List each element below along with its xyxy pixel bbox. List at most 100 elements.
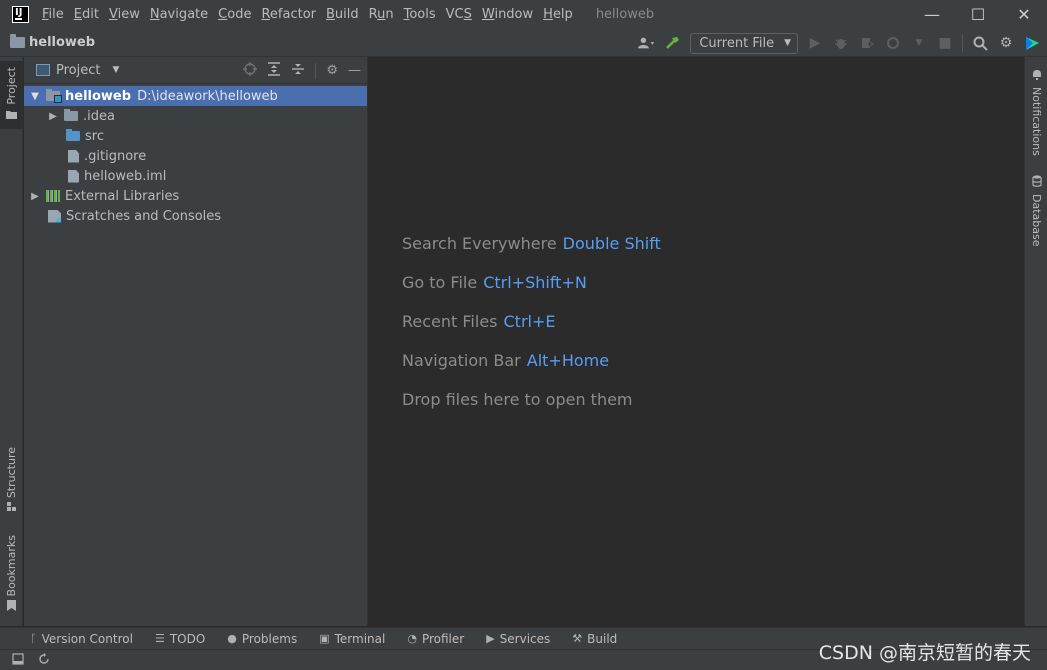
stop-icon[interactable]: ■ [936, 34, 954, 52]
menu-edit[interactable]: Edit [69, 0, 104, 29]
folder-icon [6, 109, 17, 122]
tree-item-path: D:\ideawork\helloweb [137, 88, 278, 104]
debug-icon[interactable] [832, 34, 850, 52]
run-icon[interactable]: ▶ [806, 34, 824, 52]
database-icon [1031, 175, 1042, 190]
tree-item-gitignore[interactable]: .gitignore [24, 146, 367, 166]
watermark-text: CSDN @南京短暂的春天 [818, 642, 1031, 664]
editor-area[interactable]: Search Everywhere Double Shift Go to File… [369, 57, 1024, 626]
module-folder-icon [46, 89, 62, 103]
hide-panel-icon[interactable]: — [348, 63, 361, 78]
search-icon[interactable] [971, 34, 989, 52]
toggle-tool-windows-icon[interactable] [12, 652, 24, 668]
structure-tool-label: Structure [5, 447, 18, 499]
hint-go-to-file: Go to File Ctrl+Shift+N [402, 273, 587, 292]
hint-label: Go to File [402, 273, 478, 292]
close-icon: ✕ [1017, 5, 1031, 24]
menu-code[interactable]: Code [213, 0, 256, 29]
tool-label: Services [499, 631, 551, 646]
run-configuration-selector[interactable]: Current File ▼ [690, 32, 798, 54]
tree-item-iml[interactable]: helloweb.iml [24, 166, 367, 186]
bell-icon [1032, 69, 1042, 83]
chevron-down-icon[interactable]: ▼ [28, 91, 42, 102]
tool-profiler[interactable]: ◔ Profiler [407, 632, 464, 646]
tool-label: TODO [169, 631, 206, 646]
maximize-icon: ☐ [970, 5, 986, 24]
chevron-right-icon[interactable]: ▶ [28, 191, 42, 202]
collapse-all-icon[interactable] [291, 62, 305, 80]
project-panel-actions: ⚙ — [243, 57, 361, 84]
menu-build[interactable]: Build [321, 0, 364, 29]
hint-shortcut: Double Shift [562, 234, 661, 253]
tool-services[interactable]: ▶ Services [486, 632, 550, 646]
tree-item-label: helloweb.iml [84, 168, 167, 184]
hint-shortcut: Ctrl+E [503, 312, 556, 331]
tree-item-idea[interactable]: ▶ .idea [24, 106, 367, 126]
maximize-button[interactable]: ☐ [955, 0, 1001, 29]
menu-refactor[interactable]: Refactor [256, 0, 321, 29]
bookmarks-tool-tab[interactable]: Bookmarks [0, 535, 23, 619]
hint-drop-files: Drop files here to open them [402, 390, 633, 409]
breadcrumb-label: helloweb [29, 35, 96, 50]
database-tool-tab[interactable]: Database [1025, 175, 1047, 247]
menu-tools[interactable]: Tools [399, 0, 441, 29]
menu-vcs[interactable]: VCS [441, 0, 477, 29]
run-configuration-label: Current File [699, 35, 775, 51]
folder-icon [10, 34, 25, 48]
menu-run[interactable]: Run [364, 0, 399, 29]
tool-label: Version Control [41, 631, 133, 646]
hint-label: Search Everywhere [402, 234, 557, 253]
expand-all-icon[interactable] [267, 61, 281, 80]
menu-navigate[interactable]: Navigate [145, 0, 213, 29]
tool-problems[interactable]: ● Problems [227, 632, 297, 646]
project-tool-tab[interactable]: Project [0, 61, 23, 129]
tool-build[interactable]: ⚒ Build [572, 632, 617, 646]
tree-item-label: helloweb [65, 88, 132, 104]
code-with-me-icon[interactable] [1023, 34, 1041, 52]
structure-tool-tab[interactable]: Structure [0, 447, 23, 519]
build-hammer-icon[interactable] [664, 34, 682, 52]
gitignore-file-icon [68, 149, 79, 163]
right-tool-stripe: Notifications Database [1024, 57, 1047, 626]
tree-item-scratches[interactable]: Scratches and Consoles [24, 206, 367, 226]
notifications-tool-tab[interactable]: Notifications [1025, 69, 1047, 156]
profiler-icon: ◔ [407, 632, 417, 645]
main-toolbar: Current File ▼ ▶ ▼ ■ ⚙ [638, 29, 1041, 57]
tree-item-project-root[interactable]: ▼ helloweb D:\ideawork\helloweb [24, 86, 367, 106]
tool-terminal[interactable]: ▣ Terminal [319, 632, 385, 646]
chevron-down-icon: ▼ [784, 38, 791, 48]
tree-item-src[interactable]: src [24, 126, 367, 146]
todo-icon: ☰ [154, 632, 165, 645]
hint-label: Recent Files [402, 312, 498, 331]
tree-item-label: .idea [83, 108, 115, 124]
locate-file-icon[interactable] [243, 61, 258, 80]
chevron-right-icon[interactable]: ▶ [46, 111, 60, 122]
close-button[interactable]: ✕ [1001, 0, 1047, 29]
more-run-options-icon[interactable]: ▼ [910, 34, 928, 52]
structure-icon [6, 502, 17, 515]
project-view-selector[interactable]: Project ▼ [36, 63, 119, 78]
iml-file-icon [68, 169, 79, 183]
profiler-run-icon[interactable] [884, 34, 902, 52]
menu-window[interactable]: Window [477, 0, 538, 29]
menu-file[interactable]: File [37, 0, 69, 29]
tool-label: Terminal [334, 631, 386, 646]
bookmark-icon [7, 600, 16, 614]
user-account-icon[interactable] [638, 34, 656, 52]
settings-gear-icon[interactable]: ⚙ [997, 34, 1015, 52]
tool-todo[interactable]: ☰ TODO [155, 632, 205, 646]
tool-version-control[interactable]: ᚴ Version Control [30, 632, 133, 646]
left-tool-stripe: Project Structure Bookmarks [0, 57, 23, 626]
menu-help[interactable]: Help [538, 0, 578, 29]
panel-options-gear-icon[interactable]: ⚙ [326, 63, 338, 78]
version-control-icon: ᚴ [30, 632, 37, 645]
project-tool-window: Project ▼ ⚙ — ▼ helloweb D:\ideawork\hel… [24, 57, 368, 626]
breadcrumb-project[interactable]: helloweb [10, 34, 96, 50]
tree-item-external-libraries[interactable]: ▶ External Libraries [24, 186, 367, 206]
coverage-icon[interactable] [858, 34, 876, 52]
minimize-button[interactable]: — [909, 0, 955, 29]
tool-label: Build [587, 631, 618, 646]
background-tasks-icon[interactable] [38, 652, 50, 668]
menu-view[interactable]: View [104, 0, 145, 29]
window-controls: — ☐ ✕ [909, 0, 1047, 29]
